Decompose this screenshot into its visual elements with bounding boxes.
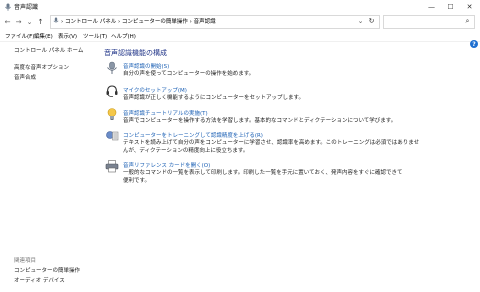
microphone-setup-link[interactable]: マイクのセットアップ(M) [123, 86, 187, 94]
item-description: 一般的なコマンドの一覧を表示して印刷します。印刷した一覧を手元に置いておく、発声… [123, 170, 403, 176]
menu-edit[interactable]: 編集(E) [34, 32, 53, 40]
sidebar-text-to-speech[interactable]: 音声合成 [14, 73, 36, 81]
search-icon: ⌕ [465, 16, 470, 25]
menu-tools[interactable]: ツール(T) [83, 32, 107, 40]
refresh-icon[interactable]: ↻ [367, 16, 376, 26]
up-arrow-icon[interactable]: ↑ [36, 17, 45, 27]
sidebar-advanced-speech-options[interactable]: 高度な音声オプション [14, 63, 69, 71]
start-speech-recognition-link[interactable]: 音声認識の開始(S) [123, 62, 169, 70]
close-button[interactable]: ✕ [460, 0, 479, 14]
item-description: テキストを読み上げて自分の声をコンピューターに学習させ、認識率を高めます。このト… [123, 140, 420, 146]
microphone-icon [107, 61, 117, 74]
speech-tutorial-link[interactable]: 音声認識チュートリアルの実施(T) [123, 109, 208, 117]
forward-arrow-icon[interactable]: → [14, 17, 23, 27]
breadcrumb[interactable]: › コントロール パネル › コンピューターの簡単操作 › 音声認識 [61, 17, 216, 25]
window-title: 音声認識 [14, 4, 39, 11]
item-description: 音声認識が正しく機能するようにコンピューターをセットアップします。 [123, 95, 304, 101]
item-description: 便利です。 [123, 178, 150, 184]
see-also-ease-of-access[interactable]: コンピューターの簡単操作 [14, 266, 80, 274]
see-also-audio-devices[interactable]: オーディオ デバイス [14, 276, 65, 284]
menu-help[interactable]: ヘルプ(H) [111, 32, 136, 40]
address-dropdown-icon[interactable]: ⌄ [356, 16, 365, 26]
headset-icon [106, 85, 118, 97]
recent-locations-icon[interactable]: ⌄ [25, 17, 34, 27]
see-also-heading: 関連項目 [14, 258, 37, 264]
item-description: 音声でコンピューターを操作する方法を学習します。基本的なコマンドとディクテーショ… [123, 118, 397, 124]
page-title: 音声認識機能の構成 [104, 49, 167, 57]
item-description: 自分の声を使ってコンピューターの操作を始めます。 [123, 71, 255, 77]
train-recognition-link[interactable]: コンピューターをトレーニングして認識精度を上げる(R) [123, 131, 263, 139]
title-bar [0, 0, 480, 14]
control-panel-icon [53, 17, 59, 23]
speech-reference-card-link[interactable]: 音声リファレンス カードを開く(O) [123, 161, 210, 169]
sidebar-home-link[interactable]: コントロール パネル ホーム [14, 46, 83, 54]
printer-icon [105, 160, 119, 173]
help-icon[interactable]: ? [470, 40, 478, 48]
training-icon [106, 131, 119, 141]
search-input[interactable] [383, 15, 475, 29]
item-description: んが、ディクテーションの精度向上に役立ちます。 [123, 148, 249, 154]
back-arrow-icon[interactable]: ← [3, 17, 12, 27]
divider [0, 41, 480, 42]
maximize-button[interactable]: ☐ [441, 0, 460, 14]
menu-file[interactable]: ファイル(F) [5, 32, 34, 40]
lightbulb-icon [107, 108, 117, 120]
microphone-icon [5, 3, 11, 11]
minimize-button[interactable]: — [422, 0, 441, 14]
menu-view[interactable]: 表示(V) [58, 32, 77, 40]
